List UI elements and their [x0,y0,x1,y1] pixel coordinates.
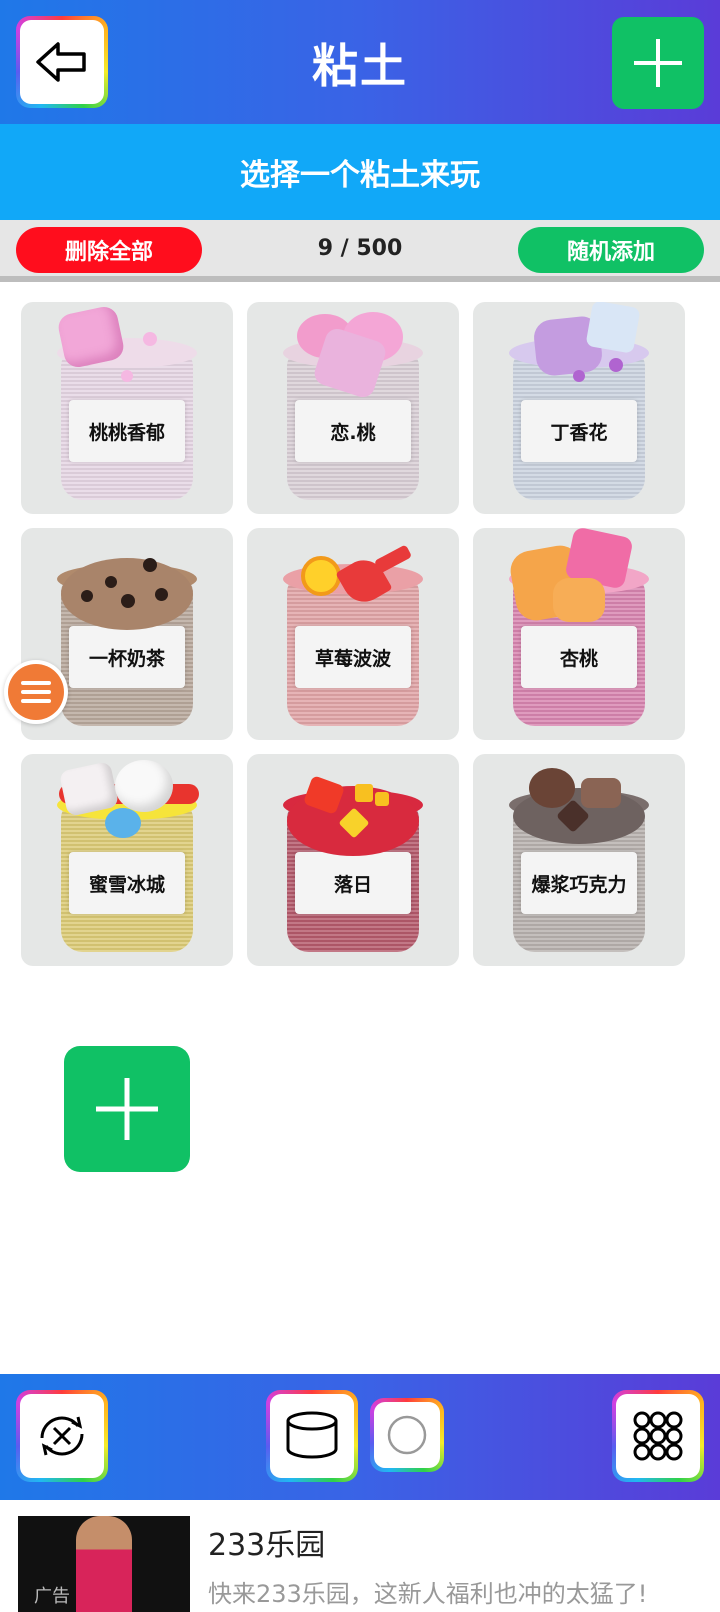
slime-name: 恋.桃 [295,400,411,462]
ad-thumbnail: 广告 [18,1516,190,1612]
ad-description: 快来233乐园，这新人福利也冲的太猛了! [208,1580,648,1608]
ad-banner[interactable]: 广告 233乐园 快来233乐园，这新人福利也冲的太猛了! [0,1500,720,1612]
subtitle-bar: 选择一个粘土来玩 [0,124,720,220]
reset-button[interactable] [16,1390,108,1482]
slime-name: 一杯奶茶 [69,626,185,688]
slime-card[interactable]: 落日 [247,754,459,966]
slime-card[interactable]: 丁香花 [473,302,685,514]
plus-icon [96,1078,158,1140]
top-header: 粘土 [0,0,720,124]
slime-name: 爆浆巧克力 [521,852,637,914]
menu-icon [21,681,51,703]
slime-name: 桃桃香郁 [69,400,185,462]
slime-name: 落日 [295,852,411,914]
slime-name: 草莓波波 [295,626,411,688]
jar-view-button[interactable] [266,1390,358,1482]
slime-name: 杏桃 [521,626,637,688]
ad-title: 233乐园 [208,1528,326,1563]
grid-view-button[interactable] [612,1390,704,1482]
subtitle-text: 选择一个粘土来玩 [240,158,480,193]
slime-card[interactable]: 爆浆巧克力 [473,754,685,966]
jar-icon [286,1411,338,1459]
add-slime-top-button[interactable] [612,17,704,109]
slime-card[interactable]: 杏桃 [473,528,685,740]
slime-card[interactable]: 桃桃香郁 [21,302,233,514]
floating-menu-button[interactable] [4,660,68,724]
slime-name: 蜜雪冰城 [69,852,185,914]
slime-card[interactable]: 草莓波波 [247,528,459,740]
action-row: 删除全部 9 / 500 随机添加 [0,220,720,282]
ad-tag: 广告 [34,1586,70,1607]
add-slime-button[interactable] [64,1046,190,1172]
slime-card[interactable]: 蜜雪冰城 [21,754,233,966]
slime-select-screen: 粘土 选择一个粘土来玩 删除全部 9 / 500 随机添加 桃桃香郁 恋.桃 丁… [0,0,720,1612]
grid-icon [633,1411,683,1461]
bottom-toolbar [0,1374,720,1500]
slime-card[interactable]: 恋.桃 [247,302,459,514]
circle-view-button[interactable] [370,1398,444,1472]
circle-icon [387,1415,427,1455]
reset-icon [40,1416,84,1456]
random-add-button[interactable]: 随机添加 [518,227,704,273]
plus-icon [634,39,682,87]
slime-name: 丁香花 [521,400,637,462]
